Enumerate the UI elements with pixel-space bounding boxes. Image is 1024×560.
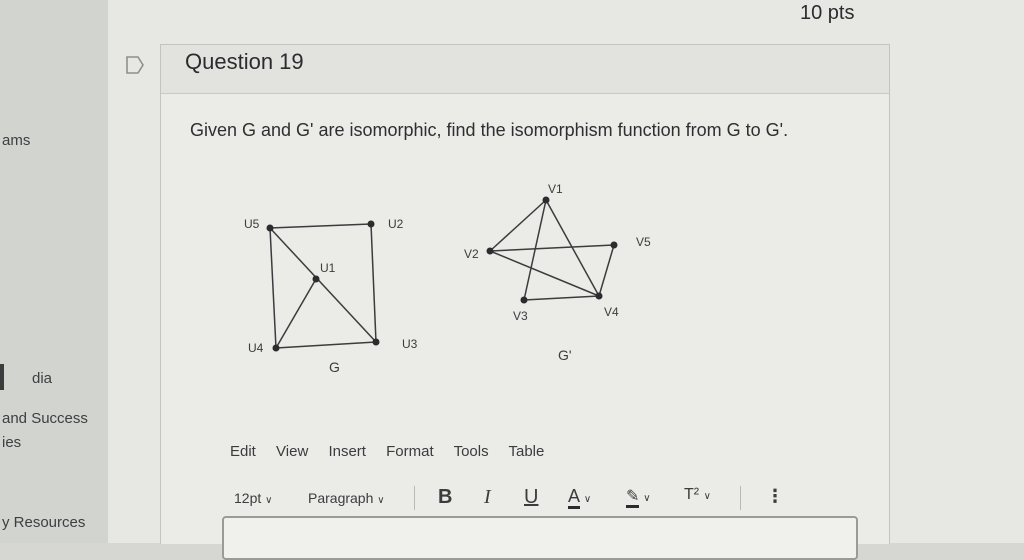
chevron-down-icon: ∨: [377, 495, 385, 506]
vertex-u3: [372, 338, 380, 346]
label-u2: U2: [388, 217, 404, 231]
edge-v1-v3: [523, 199, 547, 301]
answer-editor[interactable]: [222, 516, 858, 560]
block-format-value: Paragraph: [308, 490, 374, 506]
label-u1: U1: [320, 261, 336, 275]
label-v2: V2: [464, 247, 479, 261]
graph-g-name: G: [329, 359, 340, 375]
label-u3: U3: [402, 337, 418, 351]
menu-insert[interactable]: Insert: [328, 443, 366, 460]
edge-u5-u3: [269, 227, 377, 343]
label-u4: U4: [248, 341, 264, 355]
label-u5: U5: [244, 217, 260, 231]
graph-g-prime-name: G': [558, 347, 572, 363]
vertex-u2: [367, 220, 375, 228]
toolbar-divider: [414, 486, 415, 510]
editor-menubar: Edit View Insert Format Tools Table: [230, 443, 560, 460]
chevron-down-icon: ∨: [643, 493, 651, 504]
font-size-value: 12pt: [234, 490, 262, 506]
vertex-v3: [520, 296, 528, 304]
menu-format[interactable]: Format: [386, 443, 434, 460]
edge-u4-u3: [275, 341, 377, 349]
font-size-select[interactable]: 12pt ∨: [234, 490, 272, 506]
edge-u5-u2: [269, 223, 372, 229]
italic-button[interactable]: I: [484, 486, 491, 509]
vertex-u5: [266, 224, 274, 232]
vertex-v1: [542, 196, 550, 204]
bold-button[interactable]: B: [438, 486, 452, 509]
toolbar-divider: [740, 486, 741, 510]
text-color-icon: A: [568, 486, 581, 509]
edge-u5-u4: [269, 227, 277, 349]
vertex-u4: [272, 344, 280, 352]
more-options-icon[interactable]: ⋮: [766, 486, 784, 507]
edge-v1-v2: [489, 199, 547, 252]
label-v4: V4: [604, 305, 619, 319]
menu-edit[interactable]: Edit: [230, 443, 256, 460]
vertex-v2: [486, 247, 494, 255]
block-format-select[interactable]: Paragraph ∨: [308, 490, 385, 506]
text-color-button[interactable]: A ∨: [568, 486, 592, 509]
edge-u1-u4: [275, 278, 317, 349]
graph-figure: U5 U2 U1 U4 U3 G V1 V2 V5 V3 V4 G': [244, 182, 651, 375]
label-v5: V5: [636, 235, 651, 249]
superscript-button[interactable]: T² ∨: [684, 486, 711, 504]
chevron-down-icon: ∨: [265, 495, 273, 506]
menu-view[interactable]: View: [276, 443, 308, 460]
menu-table[interactable]: Table: [509, 443, 545, 460]
menu-tools[interactable]: Tools: [454, 443, 489, 460]
label-v3: V3: [513, 309, 528, 323]
graph-g: [269, 223, 377, 349]
edge-u2-u3: [370, 223, 377, 343]
edge-v2-v4: [489, 250, 600, 297]
editor-toolbar: 12pt ∨ Paragraph ∨ B I U A ∨ ✎ ∨ T² ∨ ⋮: [234, 484, 794, 514]
highlighter-icon: ✎: [626, 488, 640, 508]
underline-button[interactable]: U: [524, 486, 538, 509]
edge-v2-v5: [489, 244, 615, 252]
edge-v5-v4: [598, 244, 615, 297]
vertex-v5: [610, 241, 618, 249]
vertex-v4: [595, 292, 603, 300]
vertex-u1: [312, 275, 320, 283]
label-v1: V1: [548, 182, 563, 196]
edge-v3-v4: [523, 295, 600, 301]
graph-g-prime: [489, 199, 615, 301]
superscript-icon: T²: [684, 486, 700, 503]
chevron-down-icon: ∨: [583, 494, 592, 505]
highlight-color-button[interactable]: ✎ ∨: [626, 486, 651, 508]
chevron-down-icon: ∨: [703, 491, 711, 502]
